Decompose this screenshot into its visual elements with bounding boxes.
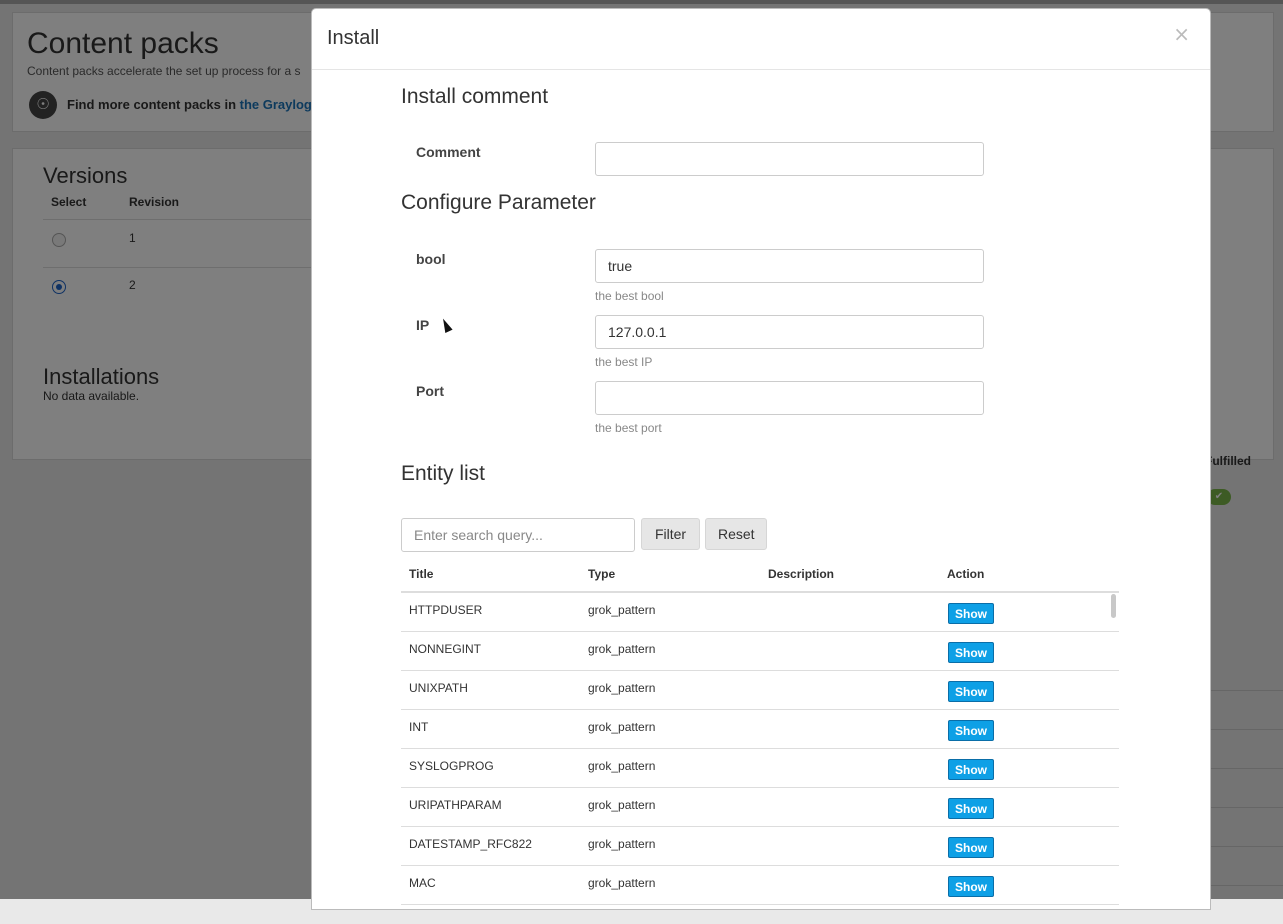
param-ip-label: IP [416,317,430,333]
table-row: SYSLOGPROG grok_pattern Show [401,749,1119,788]
col-description: Description [768,567,835,581]
table-row: MAC grok_pattern Show [401,866,1119,905]
modal-header: Install × [312,9,1210,70]
entity-search-input[interactable] [401,518,635,552]
install-comment-title: Install comment [401,85,549,108]
param-bool-label: bool [416,251,446,267]
show-button[interactable]: Show [948,798,994,819]
entity-title: INT [409,720,429,734]
entity-table: Title Type Description Action HTTPDUSER … [401,561,1119,905]
entity-title: HTTPDUSER [409,603,483,617]
col-action: Action [947,567,985,581]
show-button[interactable]: Show [948,837,994,858]
entity-title: URIPATHPARAM [409,798,502,812]
param-port-input[interactable] [595,381,984,415]
param-port-help: the best port [595,421,662,435]
configure-parameter-title: Configure Parameter [401,191,596,214]
entity-table-header: Title Type Description Action [401,561,1119,593]
entity-title: MAC [409,876,436,890]
entity-title: SYSLOGPROG [409,759,494,773]
table-row: UNIXPATH grok_pattern Show [401,671,1119,710]
entity-type: grok_pattern [588,876,656,890]
entity-type: grok_pattern [588,603,656,617]
table-row: HTTPDUSER grok_pattern Show [401,593,1119,632]
entity-list-title: Entity list [401,462,486,485]
show-button[interactable]: Show [948,720,994,741]
entity-type: grok_pattern [588,681,656,695]
top-bar [0,0,1283,4]
comment-input[interactable] [595,142,984,176]
filter-button[interactable]: Filter [641,518,700,550]
table-row: INT grok_pattern Show [401,710,1119,749]
entity-title: DATESTAMP_RFC822 [409,837,532,851]
entity-type: grok_pattern [588,798,656,812]
entity-title: NONNEGINT [409,642,481,656]
show-button[interactable]: Show [948,876,994,897]
show-button[interactable]: Show [948,681,994,702]
entity-title: UNIXPATH [409,681,468,695]
show-button[interactable]: Show [948,759,994,780]
entity-type: grok_pattern [588,720,656,734]
comment-label: Comment [416,144,481,160]
entity-type: grok_pattern [588,642,656,656]
close-icon[interactable]: × [1167,23,1196,45]
param-bool-help: the best bool [595,289,664,303]
show-button[interactable]: Show [948,642,994,663]
col-title: Title [409,567,434,581]
param-ip-input[interactable] [595,315,984,349]
modal-title: Install [327,27,380,49]
param-bool-input[interactable] [595,249,984,283]
table-scrollbar[interactable] [1111,594,1116,618]
table-row: DATESTAMP_RFC822 grok_pattern Show [401,827,1119,866]
table-row: NONNEGINT grok_pattern Show [401,632,1119,671]
param-ip-help: the best IP [595,355,653,369]
entity-type: grok_pattern [588,759,656,773]
install-modal: Install × Install comment Comment Config… [311,8,1211,910]
col-type: Type [588,567,616,581]
entity-type: grok_pattern [588,837,656,851]
show-button[interactable]: Show [948,603,994,624]
table-row: URIPATHPARAM grok_pattern Show [401,788,1119,827]
param-port-label: Port [416,383,444,399]
reset-button[interactable]: Reset [705,518,767,550]
